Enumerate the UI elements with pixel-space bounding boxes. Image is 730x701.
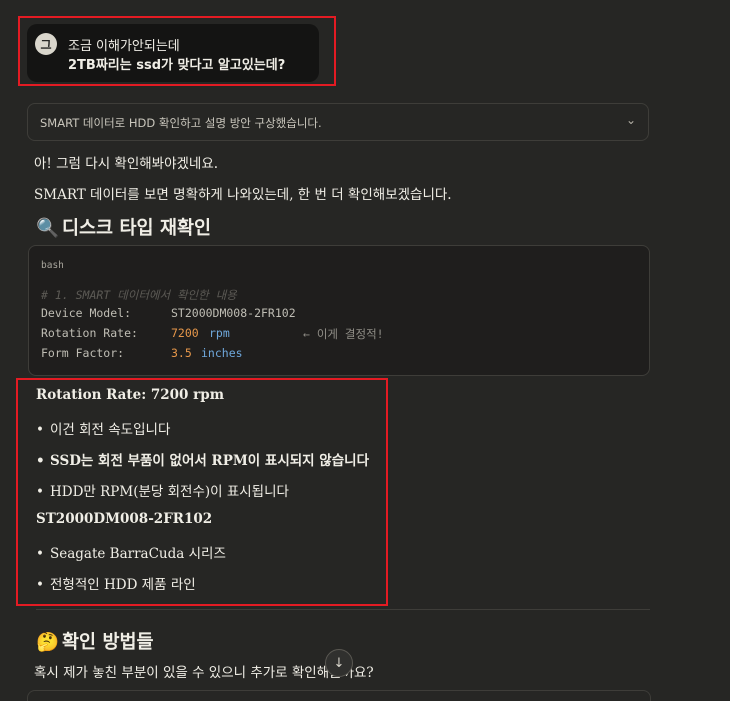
code-language-label: bash	[41, 260, 64, 271]
response-paragraph-3: 혹시 제가 놓친 부분이 있을 수 있으니 추가로 확인해볼까요?	[34, 665, 374, 681]
code-unit: inches	[201, 346, 243, 360]
divider	[36, 609, 650, 610]
heading-disk-type-text: 디스크 타입 재확인	[62, 218, 212, 239]
list-item: • SSD는 회전 부품이 없어서 RPM이 표시되지 않습니다	[36, 453, 369, 469]
code-value: ST2000DM008-2FR102	[171, 306, 296, 320]
section-title-model: ST2000DM008-2FR102	[36, 511, 213, 527]
user-avatar: 그	[35, 33, 57, 55]
code-comment: # 1. SMART 데이터에서 확인한 내용	[41, 288, 237, 302]
section-title-rotation-rate: Rotation Rate: 7200 rpm	[36, 387, 224, 403]
code-unit: rpm	[209, 326, 230, 340]
arrow-down-icon: ↓	[333, 655, 345, 671]
code-number: 3.5	[171, 346, 192, 360]
chevron-down-icon[interactable]: ⌄	[626, 113, 636, 127]
heading-check-methods-text: 확인 방법들	[62, 632, 154, 653]
code-line-form-factor: Form Factor: 3.5 inches	[41, 346, 243, 360]
code-block: bash # 1. SMART 데이터에서 확인한 내용 Device Mode…	[28, 245, 650, 376]
code-number: 7200	[171, 326, 199, 340]
heading-check-methods: 🤔 확인 방법들	[36, 628, 154, 654]
magnifier-icon: 🔍	[36, 218, 60, 239]
next-block-edge	[27, 690, 651, 701]
list-item: • 이건 회전 속도입니다	[36, 422, 171, 438]
thinking-face-icon: 🤔	[36, 632, 60, 653]
code-line-device-model: Device Model: ST2000DM008-2FR102	[41, 306, 296, 320]
user-message-line-2: 2TB짜리는 ssd가 맞다고 알고있는데?	[68, 58, 286, 73]
scroll-to-bottom-button[interactable]: ↓	[325, 649, 353, 677]
code-annotation: ← 이게 결정적!	[303, 327, 384, 341]
response-paragraph-1: 아! 그럼 다시 확인해봐야겠네요.	[34, 156, 219, 172]
list-item: • HDD만 RPM(분당 회전수)이 표시됩니다	[36, 484, 289, 500]
code-line-rotation-rate: Rotation Rate: 7200 rpm ← 이게 결정적!	[41, 326, 384, 341]
user-message-bubble: 그 조금 이해가안되는데 2TB짜리는 ssd가 맞다고 알고있는데?	[27, 24, 319, 82]
thinking-summary-label: SMART 데이터로 HDD 확인하고 설명 방안 구상했습니다.	[40, 116, 322, 130]
code-key: Rotation Rate:	[41, 326, 138, 340]
thinking-summary-toggle[interactable]: SMART 데이터로 HDD 확인하고 설명 방안 구상했습니다. ⌄	[27, 103, 649, 141]
list-item: • Seagate BarraCuda 시리즈	[36, 546, 226, 562]
code-key: Form Factor:	[41, 346, 125, 360]
user-message-line-1: 조금 이해가안되는데	[68, 39, 180, 54]
code-key: Device Model:	[41, 306, 132, 320]
heading-disk-type: 🔍 디스크 타입 재확인	[36, 214, 211, 240]
list-item: • 전형적인 HDD 제품 라인	[36, 577, 196, 593]
response-paragraph-2: SMART 데이터를 보면 명확하게 나와있는데, 한 번 더 확인해보겠습니다…	[34, 187, 452, 203]
